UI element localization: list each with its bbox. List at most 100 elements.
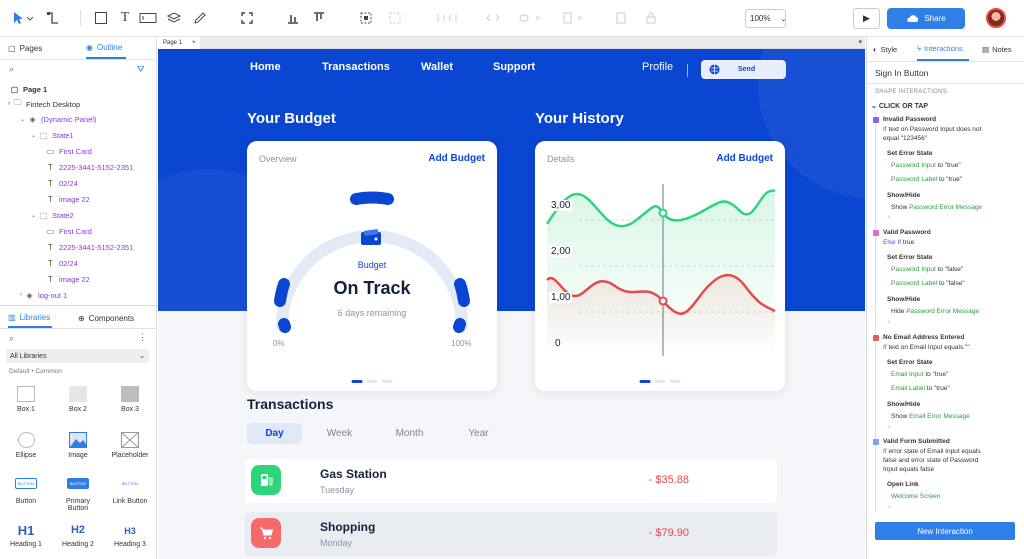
- add-action-icon[interactable]: +: [887, 319, 891, 326]
- link-icon[interactable]: [515, 9, 545, 27]
- widget-heading3[interactable]: H3 Heading 3: [108, 523, 152, 548]
- tab-notes[interactable]: ▤ Notes: [982, 37, 1018, 61]
- pen-tool-icon[interactable]: [189, 9, 211, 27]
- case-name[interactable]: Valid Password: [883, 229, 931, 236]
- tab-components[interactable]: ⊕ Components: [78, 308, 138, 328]
- tree-item[interactable]: › ◈ log-out 1: [0, 287, 157, 303]
- widget-placeholder[interactable]: Placeholder: [108, 432, 152, 459]
- action-title[interactable]: Show/Hide: [887, 192, 920, 199]
- action-title[interactable]: Set Error State: [887, 359, 933, 366]
- distribute-icon[interactable]: [432, 9, 462, 27]
- carousel-dots[interactable]: [351, 380, 393, 383]
- text-field-tool-icon[interactable]: [137, 9, 159, 27]
- period-day[interactable]: Day: [247, 423, 302, 444]
- close-icon[interactable]: ×: [192, 40, 196, 46]
- order-back-icon[interactable]: [612, 9, 630, 27]
- transaction-row[interactable]: Gas Station Tuesday - $35.88: [245, 459, 777, 503]
- add-action-icon[interactable]: +: [887, 504, 891, 511]
- tree-item[interactable]: T 02/24: [0, 175, 157, 191]
- group-icon[interactable]: [355, 9, 377, 27]
- select-tool-icon[interactable]: [8, 9, 36, 27]
- tree-item[interactable]: Timage 22: [0, 271, 157, 287]
- layers-tool-icon[interactable]: [163, 9, 185, 27]
- tab-outline[interactable]: ◉ Outline: [86, 37, 126, 59]
- lock-icon[interactable]: [642, 9, 660, 27]
- action-title[interactable]: Show/Hide: [887, 401, 920, 408]
- period-week[interactable]: Week: [312, 423, 367, 444]
- action-title[interactable]: Set Error State: [887, 254, 933, 261]
- ungroup-icon[interactable]: [384, 9, 406, 27]
- share-button[interactable]: Share: [887, 8, 965, 29]
- nav-support[interactable]: Support: [493, 61, 535, 73]
- fit-icon[interactable]: [236, 9, 258, 27]
- tree-item[interactable]: ▢ Page 1: [0, 81, 157, 97]
- filter-icon[interactable]: ⛛: [137, 64, 145, 75]
- align-bottom-icon[interactable]: [282, 9, 304, 27]
- y-tick: 0: [555, 338, 561, 349]
- tab-pages[interactable]: ▢ Pages: [8, 37, 68, 59]
- tree-item[interactable]: ▭ First Card: [0, 143, 157, 159]
- nav-profile[interactable]: Profile: [642, 61, 673, 73]
- period-month[interactable]: Month: [382, 423, 437, 444]
- nav-wallet[interactable]: Wallet: [421, 61, 453, 73]
- tab-style[interactable]: ◐ Style: [873, 37, 907, 61]
- widget-heading1[interactable]: H1 Heading 1: [4, 523, 48, 548]
- chevron-down-icon[interactable]: ▾: [858, 38, 862, 46]
- preview-button[interactable]: ▶: [853, 8, 880, 29]
- widget-button[interactable]: BUTTON Button: [4, 478, 48, 505]
- nav-home[interactable]: Home: [250, 61, 281, 73]
- avatar[interactable]: [986, 8, 1006, 28]
- tree-item[interactable]: ⌄ ◈ (Dynamic Panel): [0, 111, 157, 127]
- widget-image[interactable]: Image: [56, 432, 100, 459]
- tree-item[interactable]: ⌄ ⬚ State1: [0, 127, 157, 143]
- more-icon[interactable]: ⋮: [138, 332, 147, 343]
- tab-interactions[interactable]: ϟ Interactions: [917, 37, 969, 61]
- page-tab[interactable]: Page 1 ×: [158, 37, 200, 49]
- widget-box1[interactable]: Box 1: [4, 386, 48, 413]
- library-select[interactable]: All Libraries ⌄: [6, 349, 149, 363]
- tree-item[interactable]: T 2225-3441-5152-2351: [0, 159, 157, 175]
- tree-item[interactable]: ⌄ ⬚ State2: [0, 207, 157, 223]
- search-icon[interactable]: ⌕: [9, 333, 14, 344]
- tree-item[interactable]: T 2225-3441-5152-2351: [0, 239, 157, 255]
- widget-link-button[interactable]: BUTTON Link Button: [108, 478, 152, 505]
- transaction-row[interactable]: Shopping Monday - $79.90: [245, 512, 777, 556]
- case-name[interactable]: Valid Form Submitted: [883, 438, 950, 445]
- tree-item[interactable]: Timage 22: [0, 191, 157, 207]
- rectangle-tool-icon[interactable]: [90, 9, 112, 27]
- period-year[interactable]: Year: [451, 423, 506, 444]
- case-name[interactable]: No Email Address Entered: [883, 334, 964, 341]
- widget-primary-button[interactable]: BUTTON Primary Button: [56, 478, 100, 512]
- connector-tool-icon[interactable]: [42, 9, 64, 27]
- new-interaction-button[interactable]: New Interaction: [875, 522, 1015, 540]
- case-name[interactable]: Invalid Password: [883, 116, 936, 123]
- widget-box3[interactable]: Box 3: [108, 386, 152, 413]
- widget-heading2[interactable]: H2 Heading 2: [56, 523, 100, 548]
- action-title[interactable]: Show/Hide: [887, 296, 920, 303]
- chevron-down-icon: ⌄: [871, 103, 879, 110]
- action-title[interactable]: Open Link: [887, 481, 919, 488]
- add-budget-button[interactable]: Add Budget: [428, 153, 485, 164]
- zoom-select[interactable]: 100% ⌄: [745, 9, 786, 28]
- action-title[interactable]: Set Error State: [887, 150, 933, 157]
- order-front-icon[interactable]: [558, 9, 588, 27]
- add-budget-button[interactable]: Add Budget: [716, 153, 773, 164]
- text-tool-icon[interactable]: T: [116, 9, 134, 27]
- code-icon[interactable]: [482, 9, 504, 27]
- text-icon: T: [48, 178, 53, 188]
- search-icon[interactable]: ⌕: [9, 64, 14, 75]
- tab-libraries[interactable]: ▥ Libraries: [8, 308, 52, 328]
- tree-item[interactable]: ▭ First Card: [0, 223, 157, 239]
- align-top-icon[interactable]: [308, 9, 330, 27]
- rectangle-icon: ▭: [46, 146, 55, 156]
- nav-transactions[interactable]: Transactions: [322, 61, 390, 73]
- carousel-dots[interactable]: [639, 380, 681, 383]
- tree-item[interactable]: T 02/24: [0, 255, 157, 271]
- add-action-icon[interactable]: +: [887, 424, 891, 431]
- send-button[interactable]: Send: [701, 60, 786, 79]
- widget-box2[interactable]: Box 2: [56, 386, 100, 413]
- tree-item[interactable]: › 🗀 Fintech Desktop: [0, 96, 157, 112]
- add-action-icon[interactable]: +: [887, 214, 891, 221]
- widget-ellipse[interactable]: Ellipse: [4, 432, 48, 459]
- trigger-label[interactable]: ⌄ CLICK OR TAP: [871, 102, 928, 110]
